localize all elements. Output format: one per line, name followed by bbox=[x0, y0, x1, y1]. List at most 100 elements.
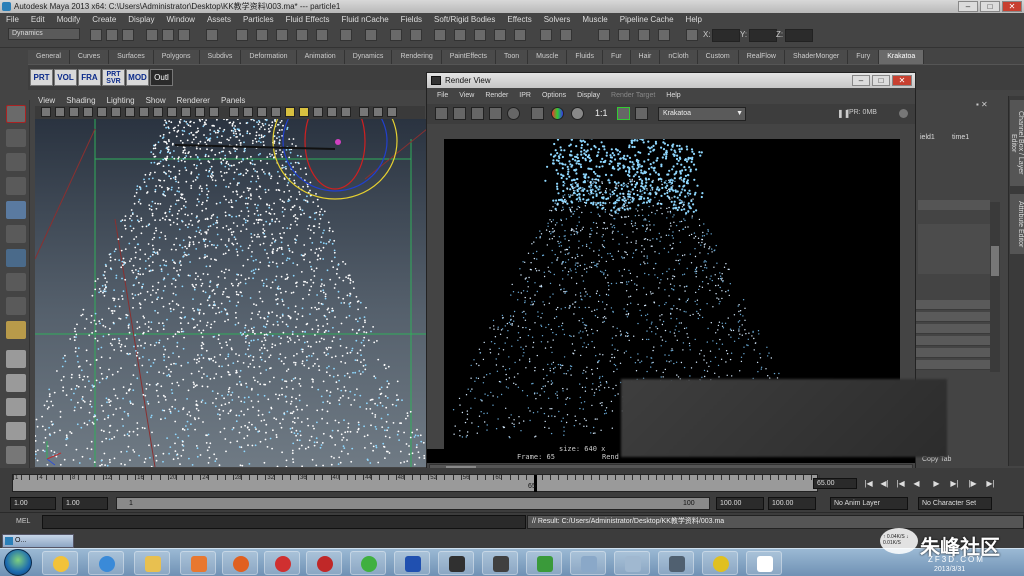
tab-fluids[interactable]: Fluids bbox=[567, 50, 604, 64]
refresh-ipr-icon[interactable] bbox=[507, 107, 520, 120]
cube-icon[interactable] bbox=[6, 321, 26, 339]
scale-tool-icon[interactable] bbox=[6, 225, 26, 243]
perspective-viewport[interactable] bbox=[35, 119, 427, 467]
show-channel-box-icon[interactable] bbox=[540, 29, 552, 41]
rv-menu-view[interactable]: View bbox=[459, 90, 474, 102]
show-modeling-toolkit-icon[interactable] bbox=[658, 29, 670, 41]
camera-attr-icon[interactable] bbox=[55, 107, 65, 117]
vp-menu-panels[interactable]: Panels bbox=[221, 95, 245, 106]
textured-icon[interactable] bbox=[271, 107, 281, 117]
shelf-prt-svr-button[interactable]: PRT SVR bbox=[102, 69, 125, 86]
menu-soft-rigid-bodies[interactable]: Soft/Rigid Bodies bbox=[434, 13, 495, 26]
safe-action-icon[interactable] bbox=[167, 107, 177, 117]
tab-krakatoa[interactable]: Krakatoa bbox=[879, 50, 925, 64]
attribute-editor-tab[interactable]: Attribute Editor bbox=[1010, 194, 1024, 254]
move-tool-icon[interactable] bbox=[6, 177, 26, 195]
lock-icon[interactable] bbox=[390, 29, 402, 41]
snap-plane-icon[interactable] bbox=[296, 29, 308, 41]
tab-polygons[interactable]: Polygons bbox=[153, 50, 200, 64]
menu-edit[interactable]: Edit bbox=[31, 13, 45, 26]
select-tool-icon[interactable] bbox=[6, 105, 26, 123]
attr-section-header[interactable] bbox=[918, 200, 990, 210]
tab-deformation[interactable]: Deformation bbox=[241, 50, 297, 64]
y-field[interactable] bbox=[749, 29, 777, 42]
menu-pipeline-cache[interactable]: Pipeline Cache bbox=[620, 13, 674, 26]
rv-menu-display[interactable]: Display bbox=[577, 90, 600, 102]
tab-fury[interactable]: Fury bbox=[848, 50, 880, 64]
manipulator-icon[interactable] bbox=[6, 249, 26, 267]
tab-muscle[interactable]: Muscle bbox=[528, 50, 568, 64]
mask-icon[interactable] bbox=[206, 29, 218, 41]
menu-file[interactable]: File bbox=[6, 13, 19, 26]
show-outliner-icon[interactable] bbox=[618, 29, 630, 41]
shelf-outliner-button[interactable]: Outl bbox=[150, 69, 173, 86]
menu-help[interactable]: Help bbox=[686, 13, 702, 26]
tab-surfaces[interactable]: Surfaces bbox=[109, 50, 154, 64]
alpha-channel-icon[interactable] bbox=[571, 107, 584, 120]
script-layout-icon[interactable] bbox=[6, 446, 26, 464]
rv-menu-render-target[interactable]: Render Target bbox=[611, 90, 655, 102]
menu-fluid-effects[interactable]: Fluid Effects bbox=[286, 13, 330, 26]
tab-animation[interactable]: Animation bbox=[296, 50, 345, 64]
vp-menu-view[interactable]: View bbox=[38, 95, 55, 106]
vp-menu-shading[interactable]: Shading bbox=[66, 95, 95, 106]
attr-row[interactable] bbox=[916, 360, 996, 370]
rgb-channels-icon[interactable] bbox=[531, 107, 544, 120]
show-layer-editor-icon[interactable] bbox=[638, 29, 650, 41]
save-scene-icon[interactable] bbox=[122, 29, 134, 41]
render-frame-icon[interactable] bbox=[434, 29, 446, 41]
render-settings-icon[interactable] bbox=[494, 29, 506, 41]
field-chart-icon[interactable] bbox=[153, 107, 163, 117]
shadows-icon[interactable] bbox=[299, 107, 309, 117]
menu-assets[interactable]: Assets bbox=[207, 13, 231, 26]
open-scene-icon[interactable] bbox=[106, 29, 118, 41]
lights-icon[interactable] bbox=[285, 107, 295, 117]
menu-fields[interactable]: Fields bbox=[401, 13, 422, 26]
outliner-layout-icon[interactable] bbox=[6, 398, 26, 416]
shelf-mod-button[interactable]: MOD bbox=[126, 69, 149, 86]
rotate-tool-icon[interactable] bbox=[6, 201, 26, 219]
tab-hair[interactable]: Hair bbox=[630, 50, 661, 64]
tab-toon[interactable]: Toon bbox=[495, 50, 529, 64]
film-gate-icon[interactable] bbox=[111, 107, 121, 117]
attr-scrollbar[interactable] bbox=[990, 202, 1000, 372]
rv-minimize-button[interactable]: – bbox=[852, 75, 870, 86]
keep-image-icon[interactable] bbox=[617, 107, 630, 120]
xray-joints-icon[interactable] bbox=[387, 107, 397, 117]
ipr-render-icon[interactable] bbox=[474, 29, 486, 41]
smooth-shade-icon[interactable] bbox=[243, 107, 253, 117]
rv-maximize-button[interactable]: □ bbox=[872, 75, 890, 86]
text-icon[interactable] bbox=[209, 107, 219, 117]
gate-mask-icon[interactable] bbox=[139, 107, 149, 117]
snap-curve-icon[interactable] bbox=[256, 29, 268, 41]
input-ops-icon[interactable] bbox=[410, 29, 422, 41]
menu-modify[interactable]: Modify bbox=[57, 13, 81, 26]
zoom-ratio[interactable]: 1:1 bbox=[595, 108, 608, 118]
rv-menu-options[interactable]: Options bbox=[542, 90, 566, 102]
menuset-dropdown[interactable]: Dynamics bbox=[8, 28, 80, 40]
close-button[interactable]: ✕ bbox=[1002, 1, 1022, 12]
menu-window[interactable]: Window bbox=[167, 13, 195, 26]
rv-menu-file[interactable]: File bbox=[437, 90, 448, 102]
camera-select-icon[interactable] bbox=[41, 107, 51, 117]
menu-display[interactable]: Display bbox=[128, 13, 154, 26]
vp-menu-renderer[interactable]: Renderer bbox=[177, 95, 210, 106]
attr-tab-field[interactable]: ield1 bbox=[920, 134, 935, 141]
render-region-icon[interactable] bbox=[453, 107, 466, 120]
attr-row[interactable] bbox=[916, 348, 996, 358]
new-scene-icon[interactable] bbox=[90, 29, 102, 41]
graph-layout-icon[interactable] bbox=[6, 422, 26, 440]
attr-row[interactable] bbox=[916, 300, 996, 310]
vp-menu-lighting[interactable]: Lighting bbox=[107, 95, 135, 106]
construction-history-icon[interactable] bbox=[365, 29, 377, 41]
grid-icon[interactable] bbox=[97, 107, 107, 117]
wireframe-icon[interactable] bbox=[229, 107, 239, 117]
motion-blur-icon[interactable] bbox=[327, 107, 337, 117]
snap-grid-icon[interactable] bbox=[236, 29, 248, 41]
ipr-icon[interactable] bbox=[489, 107, 502, 120]
resolution-gate-icon[interactable] bbox=[125, 107, 135, 117]
history-icon[interactable] bbox=[340, 29, 352, 41]
x-field[interactable] bbox=[712, 29, 740, 42]
render-sequence-icon[interactable] bbox=[454, 29, 466, 41]
hypershade-icon[interactable] bbox=[514, 29, 526, 41]
